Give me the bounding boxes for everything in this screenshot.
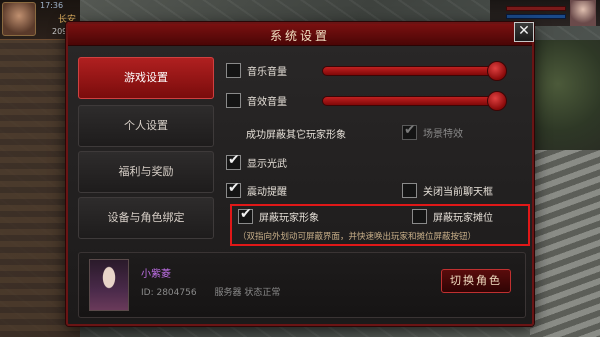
dialog-titlebar: 系统设置 — [68, 24, 532, 46]
music-checkbox[interactable] — [226, 62, 241, 78]
close-chat-row: 关闭当前聊天框 — [402, 180, 493, 200]
clock-text: 17:36 — [40, 1, 64, 10]
target-hp-bar — [506, 6, 566, 11]
stairs-scenery — [530, 150, 600, 337]
hide-players-checkbox[interactable] — [238, 206, 253, 224]
music-label: 音乐音量 — [247, 66, 287, 78]
dialog-title: 系统设置 — [269, 29, 330, 43]
tab-game-settings[interactable]: 游戏设置 — [78, 57, 214, 99]
hide-stalls-row: 屏蔽玩家摊位 — [412, 206, 493, 226]
sfx-volume-row: 音效音量 — [226, 90, 287, 110]
tab-personal-settings[interactable]: 个人设置 — [78, 105, 214, 147]
hide-stalls-label: 屏蔽玩家摊位 — [433, 212, 493, 224]
sfx-slider-handle[interactable] — [487, 91, 507, 111]
settings-sidebar: 游戏设置 个人设置 福利与奖励 设备与角色绑定 — [78, 57, 214, 245]
tree-scenery — [530, 40, 600, 150]
tab-device-binding[interactable]: 设备与角色绑定 — [78, 197, 214, 239]
show-glow-label: 显示光武 — [247, 158, 287, 170]
close-chat-label: 关闭当前聊天框 — [423, 186, 493, 198]
sfx-label: 音效音量 — [247, 96, 287, 108]
player-hiding-highlight: 屏蔽玩家形象 屏蔽玩家摊位 （双指向外划动可屏蔽界面，并快速唤出玩家和摊位屏蔽按… — [230, 204, 530, 246]
scene-effects-label: 场景特效 — [423, 128, 463, 140]
target-mp-bar — [506, 14, 566, 19]
tab-rewards[interactable]: 福利与奖励 — [78, 151, 214, 193]
system-settings-dialog: 系统设置 ✕ 游戏设置 个人设置 福利与奖励 设备与角色绑定 音乐音量 音效音量… — [66, 22, 534, 326]
vibration-row: 震动提醒 — [226, 180, 287, 200]
show-glow-checkbox[interactable] — [226, 152, 241, 170]
player-avatar[interactable] — [2, 2, 36, 36]
hide-players-label: 屏蔽玩家形象 — [259, 212, 319, 224]
gesture-hint: （双指向外划动可屏蔽界面，并快速唤出玩家和摊位屏蔽按钮） — [238, 232, 477, 242]
hidden-players-notice: 成功屏蔽其它玩家形象 — [246, 130, 346, 141]
target-avatar[interactable] — [570, 0, 596, 26]
hide-players-row: 屏蔽玩家形象 — [238, 206, 319, 226]
character-name: 小紫菱 — [141, 269, 171, 280]
switch-character-button[interactable]: 切换角色 — [441, 269, 511, 293]
sfx-volume-slider[interactable] — [322, 91, 507, 111]
sfx-checkbox[interactable] — [226, 92, 241, 108]
vibration-label: 震动提醒 — [247, 186, 287, 198]
close-chat-checkbox[interactable] — [402, 182, 417, 198]
hide-stalls-checkbox[interactable] — [412, 208, 427, 224]
player-level: 209 — [52, 27, 68, 36]
music-slider-handle[interactable] — [487, 61, 507, 81]
scene-effects-row: 场景特效 — [402, 122, 463, 142]
character-info: ID: 2804756 服务器 状态正常 — [141, 288, 281, 298]
music-volume-slider[interactable] — [322, 61, 507, 81]
scene-effects-checkbox[interactable] — [402, 122, 417, 140]
close-button[interactable]: ✕ — [514, 22, 534, 42]
character-portrait — [89, 259, 129, 311]
music-volume-row: 音乐音量 — [226, 60, 287, 80]
show-glow-row: 显示光武 — [226, 152, 287, 172]
character-footer: 小紫菱 ID: 2804756 服务器 状态正常 切换角色 — [78, 252, 526, 318]
vibration-checkbox[interactable] — [226, 180, 241, 198]
